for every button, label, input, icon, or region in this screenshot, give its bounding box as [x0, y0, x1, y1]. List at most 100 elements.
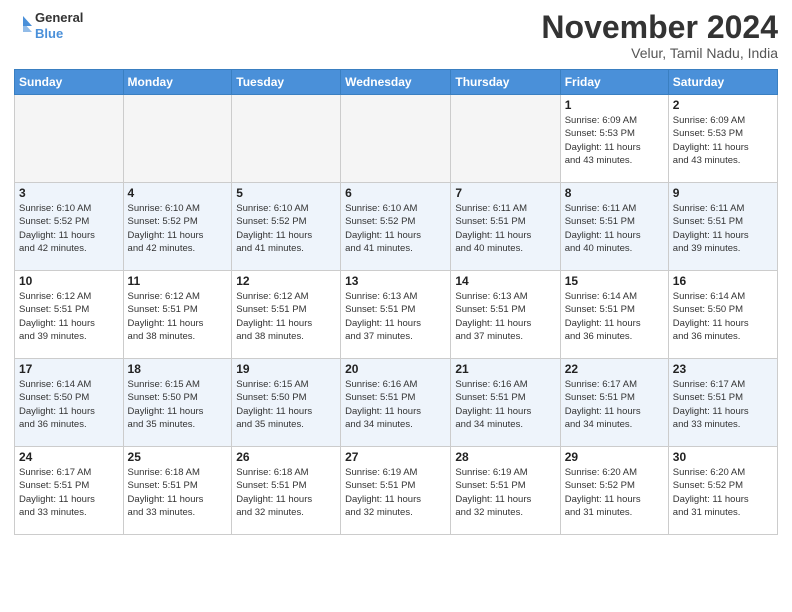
day-cell — [451, 95, 560, 183]
day-cell: 7Sunrise: 6:11 AM Sunset: 5:51 PM Daylig… — [451, 183, 560, 271]
day-cell: 28Sunrise: 6:19 AM Sunset: 5:51 PM Dayli… — [451, 447, 560, 535]
day-cell: 13 Sunrise: 6:13 AM Sunset: 5:51 PM Dayli… — [341, 271, 451, 359]
week-row-2: 10Sunrise: 6:12 AM Sunset: 5:51 PM Dayli… — [15, 271, 778, 359]
day-info: Sunrise: 6:16 AM Sunset: 5:51 PM Dayligh… — [455, 378, 555, 431]
day-number: 28 — [455, 450, 555, 464]
day-info: Sunrise: 6:11 AM Sunset: 5:51 PM Dayligh… — [673, 202, 773, 255]
day-number: 4 — [128, 186, 228, 200]
weekday-header-friday: Friday — [560, 70, 668, 95]
day-number: 21 — [455, 362, 555, 376]
day-info: Sunrise: 6:17 AM Sunset: 5:51 PM Dayligh… — [19, 466, 119, 519]
week-row-0: 1Sunrise: 6:09 AM Sunset: 5:53 PM Daylig… — [15, 95, 778, 183]
day-number: 17 — [19, 362, 119, 376]
day-cell: 11Sunrise: 6:12 AM Sunset: 5:51 PM Dayli… — [123, 271, 232, 359]
day-cell: 27Sunrise: 6:19 AM Sunset: 5:51 PM Dayli… — [341, 447, 451, 535]
day-number: 22 — [565, 362, 664, 376]
day-cell: 18Sunrise: 6:15 AM Sunset: 5:50 PM Dayli… — [123, 359, 232, 447]
day-cell: 23 Sunrise: 6:17 AM Sunset: 5:51 PM Dayli… — [668, 359, 777, 447]
day-cell: 16 Sunrise: 6:14 AM Sunset: 5:50 PM Dayli… — [668, 271, 777, 359]
day-info: Sunrise: 6:10 AM Sunset: 5:52 PM Dayligh… — [19, 202, 119, 255]
day-number: 13 — [345, 274, 446, 288]
day-info: Sunrise: 6:17 AM Sunset: 5:51 PM Dayligh… — [565, 378, 664, 431]
week-row-4: 24 Sunrise: 6:17 AM Sunset: 5:51 PM Dayli… — [15, 447, 778, 535]
day-info: Sunrise: 6:20 AM Sunset: 5:52 PM Dayligh… — [673, 466, 773, 519]
day-info: Sunrise: 6:16 AM Sunset: 5:51 PM Dayligh… — [345, 378, 446, 431]
day-info: Sunrise: 6:17 AM Sunset: 5:51 PM Dayligh… — [673, 378, 773, 431]
day-cell: 3 Sunrise: 6:10 AM Sunset: 5:52 PM Daylig… — [15, 183, 124, 271]
title-block: November 2024 Velur, Tamil Nadu, India — [541, 10, 778, 61]
day-number: 5 — [236, 186, 336, 200]
day-cell: 15 Sunrise: 6:14 AM Sunset: 5:51 PM Dayli… — [560, 271, 668, 359]
day-info: Sunrise: 6:11 AM Sunset: 5:51 PM Dayligh… — [565, 202, 664, 255]
day-info: Sunrise: 6:15 AM Sunset: 5:50 PM Dayligh… — [236, 378, 336, 431]
day-cell: 1Sunrise: 6:09 AM Sunset: 5:53 PM Daylig… — [560, 95, 668, 183]
day-cell: 10Sunrise: 6:12 AM Sunset: 5:51 PM Dayli… — [15, 271, 124, 359]
weekday-header-thursday: Thursday — [451, 70, 560, 95]
day-number: 12 — [236, 274, 336, 288]
day-number: 23 — [673, 362, 773, 376]
day-info: Sunrise: 6:10 AM Sunset: 5:52 PM Dayligh… — [345, 202, 446, 255]
page: General Blue November 2024 Velur, Tamil … — [0, 0, 792, 612]
day-info: Sunrise: 6:12 AM Sunset: 5:51 PM Dayligh… — [19, 290, 119, 343]
month-title: November 2024 — [541, 10, 778, 45]
header: General Blue November 2024 Velur, Tamil … — [14, 10, 778, 61]
weekday-header-tuesday: Tuesday — [232, 70, 341, 95]
day-cell: 17 Sunrise: 6:14 AM Sunset: 5:50 PM Dayli… — [15, 359, 124, 447]
weekday-header-wednesday: Wednesday — [341, 70, 451, 95]
day-info: Sunrise: 6:10 AM Sunset: 5:52 PM Dayligh… — [236, 202, 336, 255]
day-number: 16 — [673, 274, 773, 288]
day-cell — [232, 95, 341, 183]
day-cell: 25 Sunrise: 6:18 AM Sunset: 5:51 PM Dayli… — [123, 447, 232, 535]
day-number: 3 — [19, 186, 119, 200]
location: Velur, Tamil Nadu, India — [541, 45, 778, 61]
day-cell: 20 Sunrise: 6:16 AM Sunset: 5:51 PM Dayli… — [341, 359, 451, 447]
day-cell: 19 Sunrise: 6:15 AM Sunset: 5:50 PM Dayli… — [232, 359, 341, 447]
day-info: Sunrise: 6:10 AM Sunset: 5:52 PM Dayligh… — [128, 202, 228, 255]
day-number: 8 — [565, 186, 664, 200]
logo-line2: Blue — [35, 26, 83, 42]
day-cell: 12 Sunrise: 6:12 AM Sunset: 5:51 PM Dayli… — [232, 271, 341, 359]
day-number: 2 — [673, 98, 773, 112]
day-info: Sunrise: 6:11 AM Sunset: 5:51 PM Dayligh… — [455, 202, 555, 255]
day-number: 30 — [673, 450, 773, 464]
calendar: SundayMondayTuesdayWednesdayThursdayFrid… — [14, 69, 778, 535]
day-info: Sunrise: 6:13 AM Sunset: 5:51 PM Dayligh… — [345, 290, 446, 343]
day-cell: 21 Sunrise: 6:16 AM Sunset: 5:51 PM Dayli… — [451, 359, 560, 447]
day-number: 19 — [236, 362, 336, 376]
day-number: 24 — [19, 450, 119, 464]
day-info: Sunrise: 6:12 AM Sunset: 5:51 PM Dayligh… — [236, 290, 336, 343]
weekday-header-monday: Monday — [123, 70, 232, 95]
logo-line1: General — [35, 10, 83, 26]
day-cell — [123, 95, 232, 183]
day-cell: 4 Sunrise: 6:10 AM Sunset: 5:52 PM Daylig… — [123, 183, 232, 271]
day-info: Sunrise: 6:14 AM Sunset: 5:50 PM Dayligh… — [673, 290, 773, 343]
day-cell: 2Sunrise: 6:09 AM Sunset: 5:53 PM Daylig… — [668, 95, 777, 183]
day-number: 27 — [345, 450, 446, 464]
day-cell — [341, 95, 451, 183]
logo-bird-icon — [14, 12, 32, 40]
day-info: Sunrise: 6:20 AM Sunset: 5:52 PM Dayligh… — [565, 466, 664, 519]
day-number: 6 — [345, 186, 446, 200]
day-cell: 5 Sunrise: 6:10 AM Sunset: 5:52 PM Daylig… — [232, 183, 341, 271]
day-number: 15 — [565, 274, 664, 288]
day-number: 9 — [673, 186, 773, 200]
day-number: 25 — [128, 450, 228, 464]
day-cell: 6 Sunrise: 6:10 AM Sunset: 5:52 PM Daylig… — [341, 183, 451, 271]
day-info: Sunrise: 6:13 AM Sunset: 5:51 PM Dayligh… — [455, 290, 555, 343]
day-info: Sunrise: 6:18 AM Sunset: 5:51 PM Dayligh… — [128, 466, 228, 519]
weekday-header-sunday: Sunday — [15, 70, 124, 95]
day-info: Sunrise: 6:18 AM Sunset: 5:51 PM Dayligh… — [236, 466, 336, 519]
day-number: 18 — [128, 362, 228, 376]
day-info: Sunrise: 6:14 AM Sunset: 5:51 PM Dayligh… — [565, 290, 664, 343]
day-cell: 14 Sunrise: 6:13 AM Sunset: 5:51 PM Dayli… — [451, 271, 560, 359]
day-number: 20 — [345, 362, 446, 376]
day-number: 14 — [455, 274, 555, 288]
day-info: Sunrise: 6:14 AM Sunset: 5:50 PM Dayligh… — [19, 378, 119, 431]
weekday-header-saturday: Saturday — [668, 70, 777, 95]
day-cell: 29Sunrise: 6:20 AM Sunset: 5:52 PM Dayli… — [560, 447, 668, 535]
logo-container: General Blue — [14, 10, 83, 41]
day-number: 11 — [128, 274, 228, 288]
week-row-1: 3 Sunrise: 6:10 AM Sunset: 5:52 PM Daylig… — [15, 183, 778, 271]
day-cell — [15, 95, 124, 183]
logo: General Blue — [14, 10, 83, 41]
